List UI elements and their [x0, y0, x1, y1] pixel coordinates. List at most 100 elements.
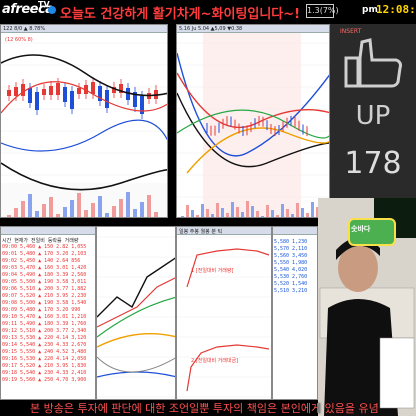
tick-table-pane[interactable]: 시간 현재가 전일비 등락률 거래량 09:00 5,460 ▲ 150 2.82… [0, 226, 96, 400]
volume-bar [261, 216, 264, 217]
broadcast-top-bar: afreeca TV 오늘도 건강하게 활기차게~화이팅입니다~! 1.3(7%… [0, 0, 416, 24]
order-row[interactable]: 5,540 4,020 [274, 267, 307, 274]
table-row[interactable]: 09:08 5,500 ▲ 190 3.58 1,540 [2, 300, 86, 307]
table-row[interactable]: 09:16 5,530 ▲ 220 4.14 2,050 [2, 356, 86, 363]
clock: 12:08:07 [376, 3, 416, 16]
table-row[interactable]: 09:17 5,520 ▲ 210 3.95 1,830 [2, 363, 86, 370]
indicator-chart-svg [97, 236, 175, 398]
order-row[interactable]: 5,520 1,540 [274, 281, 307, 288]
volume-bar [7, 215, 11, 217]
candle-body [28, 88, 32, 103]
table-row[interactable]: 09:14 5,540 ▲ 230 4.33 2,670 [2, 342, 86, 349]
table-row[interactable]: 09:12 5,510 ▲ 200 3.77 2,340 [2, 328, 86, 335]
volume-bar [133, 209, 137, 217]
table-row[interactable]: 09:10 5,470 ▲ 160 3.01 1,210 [2, 314, 86, 321]
volume-bar [256, 211, 259, 217]
candle-body [49, 86, 53, 95]
order-row[interactable]: 5,570 2,110 [274, 246, 307, 253]
candle-body [14, 87, 18, 96]
candle-body [42, 89, 46, 95]
volume-compare-chart[interactable]: 일봉 주봉 월봉 분 틱 1 [전일대비 거래량] 2 [전일대비 거래대금] [176, 226, 272, 400]
volume-bar [306, 213, 309, 217]
table-row[interactable]: 09:00 5,460 ▲ 150 2.82 1,055 [2, 244, 86, 251]
order-table: 5,580 1,230 5,570 2,110 5,560 3,450 5,550 1… [274, 239, 307, 295]
like-panel[interactable]: UP 178 [330, 24, 416, 198]
order-row[interactable]: 5,580 1,230 [274, 239, 307, 246]
volume-bar [291, 214, 294, 217]
volume-bar [91, 203, 95, 217]
volume-bar [21, 201, 25, 217]
volume-bar [191, 210, 194, 217]
disclaimer-subtitle: 본 방송은 투자에 판단에 대한 조언일뿐 투자의 책임은 본인에게 있음을 유… [30, 402, 379, 415]
volume-bar [154, 212, 158, 217]
value-compare-line [186, 344, 270, 392]
volume-bar [112, 206, 116, 217]
intraday-chart-header: 5.16 Ju 5.04 ▲5,09 ▼0.38 [177, 25, 329, 33]
intraday-header-text: 5.16 Ju 5.04 ▲5,09 ▼0.38 [179, 26, 243, 32]
table-row[interactable]: 09:05 5,500 ▲ 190 3.58 3,011 [2, 279, 86, 286]
volume-bar [266, 205, 269, 217]
thumbs-up-icon: UP [344, 38, 402, 131]
candle-body [105, 90, 109, 108]
volume-bar [140, 202, 144, 217]
order-row[interactable]: 5,550 1,980 [274, 260, 307, 267]
volume-bar [211, 214, 214, 217]
intraday-chart[interactable]: 5.16 Ju 5.04 ▲5,09 ▼0.38 [176, 24, 330, 218]
volume-bar [105, 213, 109, 217]
like-label: UP [356, 101, 391, 131]
table-row[interactable]: 09:11 5,490 ▲ 180 3.39 1,760 [2, 321, 86, 328]
price-line [97, 257, 175, 318]
daily-candle-chart[interactable]: 122 8/0 ▲ 8.78% (12 60% 8) [0, 24, 168, 218]
volume-bar [84, 210, 88, 217]
volume-chart-svg [177, 236, 271, 398]
table-row[interactable]: 09:03 5,470 ▲ 160 3.01 1,420 [2, 265, 86, 272]
indicator-chart[interactable] [96, 226, 176, 400]
table-row[interactable]: 09:15 5,550 ▲ 240 4.52 3,480 [2, 349, 86, 356]
table-row[interactable]: 09:18 5,540 ▲ 230 4.33 2,410 [2, 370, 86, 377]
volume-bar [281, 204, 284, 217]
table-row[interactable]: 09:01 5,480 ▲ 170 3.20 2,103 [2, 251, 86, 258]
volume-bar [241, 212, 244, 217]
table-row[interactable]: 09:13 5,530 ▲ 220 4.14 3,120 [2, 335, 86, 342]
volume-bar [286, 209, 289, 217]
table-row[interactable]: 09:02 5,450 ▲ 140 2.64 856 [2, 258, 86, 265]
order-row[interactable]: 5,510 3,210 [274, 288, 307, 295]
candle-body [77, 88, 81, 94]
table-row[interactable]: 09:04 5,490 ▲ 180 3.39 2,560 [2, 272, 86, 279]
volume-bar [49, 197, 53, 217]
volume-bar [126, 192, 130, 217]
order-panel[interactable]: 5,580 1,230 5,570 2,110 5,560 3,450 5,550 1… [272, 226, 318, 400]
moving-average-line [1, 119, 167, 152]
volume-bar [56, 214, 60, 217]
table-row[interactable]: 09:19 5,560 ▲ 250 4.70 3,900 [2, 377, 86, 384]
banner-box: 1.3(7%) [306, 4, 339, 18]
volume-bar [226, 213, 229, 217]
volume-bar [276, 215, 279, 217]
table-row[interactable]: 09:07 5,520 ▲ 210 3.95 2,230 [2, 293, 86, 300]
volume-compare-line [186, 248, 270, 288]
indicator-line [97, 356, 175, 373]
volume-bar [246, 201, 249, 217]
order-row[interactable]: 5,530 2,760 [274, 274, 307, 281]
chart-header-text: 122 8/0 ▲ 8.78% [3, 26, 46, 32]
volume-bar [311, 202, 314, 217]
volume-bar [216, 203, 219, 217]
volume-bar [35, 211, 39, 217]
table-row[interactable]: 09:09 5,480 ▲ 170 3.20 990 [2, 307, 86, 314]
order-row[interactable]: 5,560 3,450 [274, 253, 307, 260]
table-row[interactable]: 09:06 5,510 ▲ 200 3.77 1,882 [2, 286, 86, 293]
volume-bar [196, 215, 199, 217]
volume-bar [42, 204, 46, 217]
volume-bar [236, 207, 239, 217]
logo-dot-icon [48, 6, 56, 14]
volume-bar [14, 208, 18, 217]
candle-body [91, 82, 95, 94]
order-panel-header [273, 227, 317, 235]
candle-body [35, 92, 39, 110]
volume-bar [206, 209, 209, 217]
volume-bar [28, 194, 32, 217]
volume-bar [98, 196, 102, 217]
banner-text: 오늘도 건강하게 활기차게~화이팅입니다~! [60, 7, 301, 22]
indicator-line [97, 333, 175, 348]
candle-body [70, 91, 74, 109]
